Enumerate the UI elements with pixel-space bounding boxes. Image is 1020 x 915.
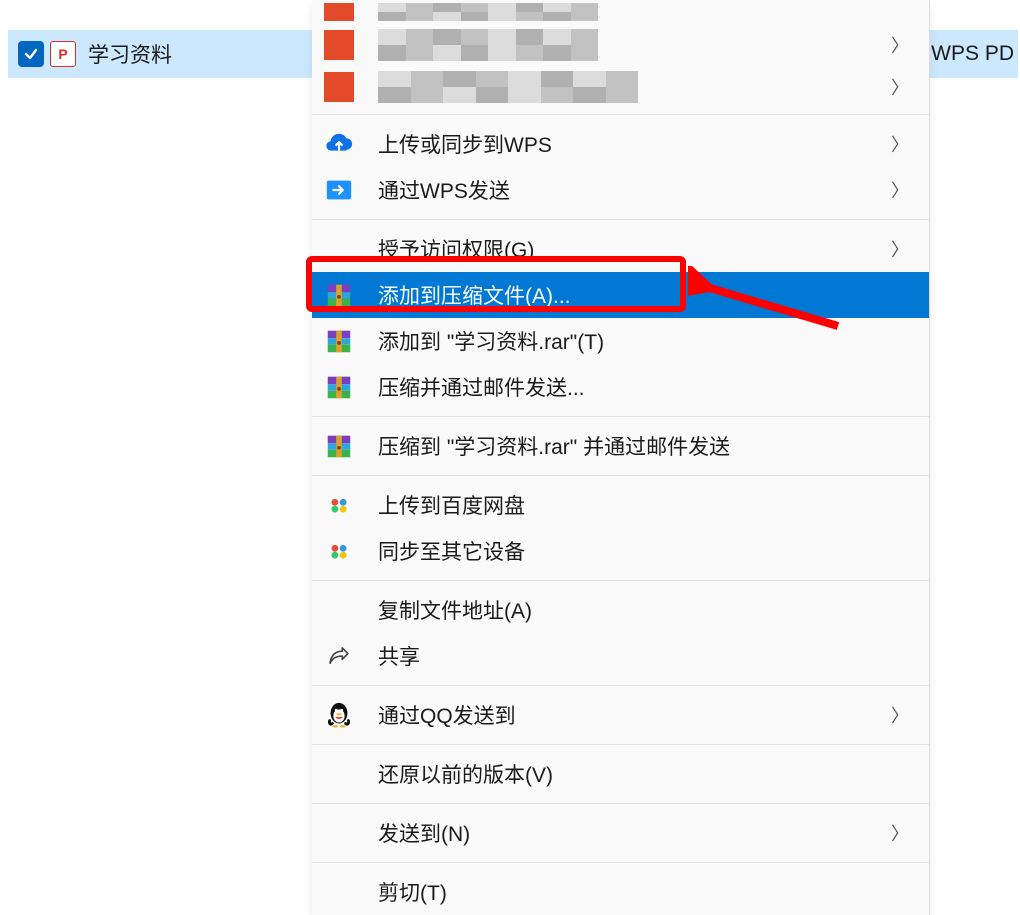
separator: [312, 114, 929, 115]
menu-item-restore-ver[interactable]: 还原以前的版本(V): [312, 751, 929, 797]
chevron-right-icon: 〉: [891, 236, 909, 262]
menu-item-label: 授予访问权限(G): [378, 234, 891, 264]
blurred-menu-item[interactable]: 〉: [312, 24, 929, 66]
menu-item-wps-upload[interactable]: 上传或同步到WPS〉: [312, 121, 929, 167]
separator: [312, 744, 929, 745]
menu-item-copy-path[interactable]: 复制文件地址(A): [312, 587, 929, 633]
menu-item-send-to[interactable]: 发送到(N)〉: [312, 810, 929, 856]
menu-item-label: 发送到(N): [378, 818, 891, 848]
share-icon: [324, 641, 354, 671]
separator: [312, 803, 929, 804]
cloud-upload-icon: [324, 129, 354, 159]
menu-item-label: 通过WPS发送: [378, 175, 891, 205]
chevron-right-icon: 〉: [891, 74, 909, 100]
menu-item-baidu-sync[interactable]: 同步至其它设备: [312, 528, 929, 574]
menu-item-label: 压缩并通过邮件发送...: [378, 372, 909, 402]
file-type-label: WPS PD: [931, 42, 1014, 66]
menu-item-baidu-upload[interactable]: 上传到百度网盘: [312, 482, 929, 528]
qq-icon: [324, 700, 354, 730]
chevron-right-icon: 〉: [891, 32, 909, 58]
menu-item-wps-send[interactable]: 通过WPS发送〉: [312, 167, 929, 213]
chevron-right-icon: 〉: [891, 131, 909, 157]
chevron-right-icon: 〉: [891, 177, 909, 203]
menu-item-label: 上传到百度网盘: [378, 490, 909, 520]
menu-item-share[interactable]: 共享: [312, 633, 929, 679]
menu-item-compress-to-rar-mail[interactable]: 压缩到 "学习资料.rar" 并通过邮件发送: [312, 423, 929, 469]
context-menu: 〉 〉 上传或同步到WPS〉通过WPS发送〉授予访问权限(G)〉添加到压缩文件(…: [312, 0, 930, 915]
separator: [312, 219, 929, 220]
no-icon: [324, 595, 354, 625]
file-name: 学习资料: [88, 39, 172, 69]
blurred-menu-item[interactable]: 〉: [312, 66, 929, 108]
no-icon: [324, 818, 354, 848]
menu-item-add-rar[interactable]: 添加到 "学习资料.rar"(T): [312, 318, 929, 364]
baidu-icon: [324, 490, 354, 520]
menu-item-cut[interactable]: 剪切(T): [312, 869, 929, 915]
baidu-icon: [324, 536, 354, 566]
menu-item-qq-send[interactable]: 通过QQ发送到〉: [312, 692, 929, 738]
menu-item-label: 还原以前的版本(V): [378, 759, 909, 789]
no-icon: [324, 877, 354, 907]
chevron-right-icon: 〉: [891, 702, 909, 728]
menu-item-label: 剪切(T): [378, 877, 909, 907]
winrar-icon: [324, 280, 354, 310]
menu-item-label: 添加到 "学习资料.rar"(T): [378, 326, 909, 356]
menu-item-label: 通过QQ发送到: [378, 700, 891, 730]
menu-item-compress-mail[interactable]: 压缩并通过邮件发送...: [312, 364, 929, 410]
separator: [312, 580, 929, 581]
checkbox-icon[interactable]: [18, 41, 44, 67]
no-icon: [324, 759, 354, 789]
menu-item-label: 同步至其它设备: [378, 536, 909, 566]
winrar-icon: [324, 431, 354, 461]
winrar-icon: [324, 372, 354, 402]
separator: [312, 475, 929, 476]
menu-item-label: 添加到压缩文件(A)...: [378, 280, 909, 310]
arrow-folder-icon: [324, 175, 354, 205]
chevron-right-icon: 〉: [891, 820, 909, 846]
no-icon: [324, 234, 354, 264]
winrar-icon: [324, 326, 354, 356]
menu-item-label: 压缩到 "学习资料.rar" 并通过邮件发送: [378, 431, 909, 461]
separator: [312, 862, 929, 863]
separator: [312, 685, 929, 686]
menu-item-label: 共享: [378, 641, 909, 671]
menu-item-label: 上传或同步到WPS: [378, 129, 891, 159]
separator: [312, 416, 929, 417]
blurred-menu-item[interactable]: [312, 0, 929, 24]
menu-item-add-archive[interactable]: 添加到压缩文件(A)...: [312, 272, 929, 318]
pdf-file-icon: P: [50, 41, 76, 67]
menu-item-grant-access[interactable]: 授予访问权限(G)〉: [312, 226, 929, 272]
menu-item-label: 复制文件地址(A): [378, 595, 909, 625]
